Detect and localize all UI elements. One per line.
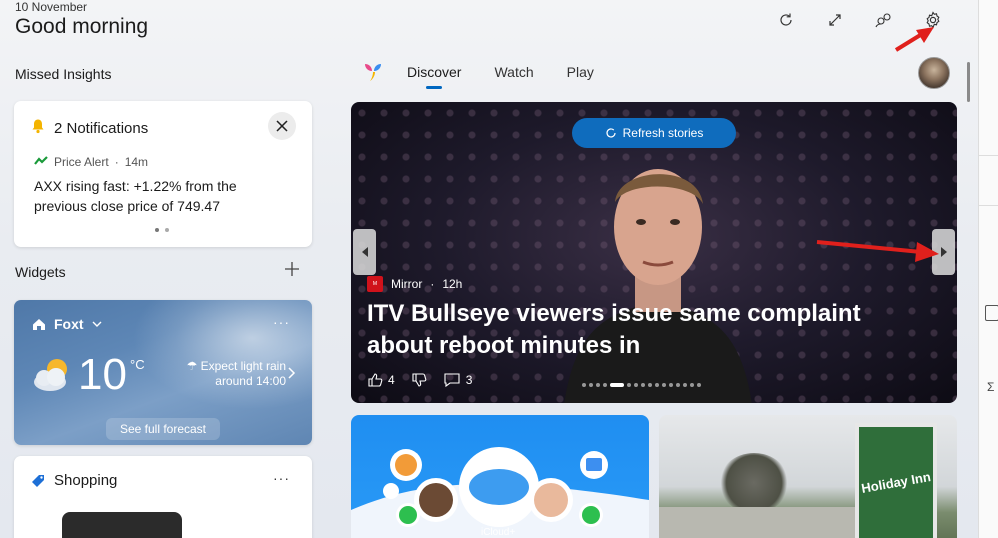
sigma-icon[interactable]: Σ [987,380,994,394]
pager-dot[interactable] [697,383,701,387]
next-story-button[interactable] [932,229,955,275]
shopping-card[interactable]: Shopping ··· [14,456,312,538]
refresh-icon[interactable] [770,8,802,32]
pager-dot[interactable] [582,383,586,387]
tab-discover[interactable]: Discover [407,64,461,89]
widgets-title: Widgets [15,264,66,280]
chevron-down-icon[interactable] [92,321,102,327]
missed-insights-title: Missed Insights [15,66,112,82]
pager-dot[interactable] [683,383,687,387]
temperature-unit: °C [130,357,145,372]
more-options-icon[interactable]: ··· [273,470,290,486]
refresh-stories-button[interactable]: Refresh stories [572,118,736,148]
tab-watch[interactable]: Watch [494,64,533,88]
top-actions [770,8,966,32]
like-count: 4 [388,373,395,387]
pager-dot[interactable] [648,383,652,387]
pager-dot[interactable] [655,383,659,387]
people-icon[interactable] [868,8,900,32]
story-pager[interactable] [582,383,701,387]
comment-icon [444,373,460,388]
notification-message[interactable]: AXX rising fast: +1.22% from the previou… [34,176,284,216]
comments-button[interactable]: 3 [443,372,473,388]
chevron-right-icon[interactable] [288,367,296,379]
shopping-title: Shopping [54,472,118,489]
settings-icon[interactable] [917,8,949,32]
pager-dot[interactable] [627,383,631,387]
side-panel: Σ [978,0,998,538]
chevron-left-icon [361,247,368,257]
icloud-illustration [351,447,649,538]
microsoft-start-logo[interactable] [362,61,384,83]
scrollbar[interactable] [967,62,970,102]
product-image[interactable] [62,512,182,538]
hero-story-card[interactable]: Refresh stories M Mirror · 12h ITV Bulls… [351,102,957,403]
pager-dot[interactable] [596,383,600,387]
feed-tabs: Discover Watch Play [407,64,627,89]
pager-dot[interactable] [676,383,680,387]
more-options-icon[interactable]: ··· [273,314,290,330]
comment-count: 3 [465,373,473,387]
story-age: 12h [442,277,463,291]
refresh-stories-label: Refresh stories [622,126,704,140]
pager-dot[interactable] [589,383,593,387]
pager-dot[interactable] [603,383,607,387]
greeting: Good morning [15,15,149,38]
dislike-button[interactable] [411,372,427,388]
tag-icon [32,474,44,487]
pager-dot[interactable] [634,383,638,387]
notification-age: 14m [124,155,149,169]
pager-dot[interactable] [610,383,624,387]
add-widget-icon[interactable] [283,260,301,278]
story-headline[interactable]: ITV Bullseye viewers issue same complain… [367,298,927,362]
partly-cloudy-icon [34,359,67,391]
avatar[interactable] [918,57,950,89]
like-button[interactable]: 4 [367,372,395,388]
pager-dot[interactable] [641,383,645,387]
document-icon[interactable] [985,305,998,321]
forecast-text: Expect light rain around 14:00 [200,359,286,388]
pager-dot[interactable] [690,383,694,387]
icloud-story-card[interactable]: iCloud+ [351,415,649,538]
weather-location[interactable]: Foxt [54,316,84,332]
refresh-icon [606,128,616,138]
date-label: 10 November [15,0,88,14]
close-icon [276,120,288,132]
expand-icon[interactable] [819,8,851,32]
notification-pager[interactable] [154,227,174,233]
story-image [564,169,752,403]
weather-card[interactable]: Foxt ··· 10 °C ☂ Expect light rain aroun… [14,300,312,445]
previous-story-button[interactable] [353,229,376,275]
home-icon [33,318,45,330]
umbrella-icon: ☂ [186,359,198,373]
thumbs-down-icon [412,373,427,387]
icloud-label: iCloud+ [481,527,516,538]
tab-play[interactable]: Play [567,64,594,88]
notification-source: Price Alert [54,155,109,169]
hotel-story-card[interactable]: Holiday Inn [659,415,957,538]
price-alert-icon [34,155,48,169]
chevron-right-icon [940,247,947,257]
mirror-logo: M [367,276,383,292]
story-source[interactable]: Mirror [391,277,422,291]
pager-dot[interactable] [662,383,666,387]
thumbs-up-icon [368,373,383,387]
notifications-title: 2 Notifications [54,119,149,137]
notifications-card[interactable]: 2 Notifications Price Alert · 14m AXX ri… [14,101,312,247]
see-full-forecast-link[interactable]: See full forecast [106,418,220,440]
temperature: 10 [78,350,127,399]
pager-dot[interactable] [669,383,673,387]
bell-icon [30,118,46,138]
close-button[interactable] [268,112,296,140]
